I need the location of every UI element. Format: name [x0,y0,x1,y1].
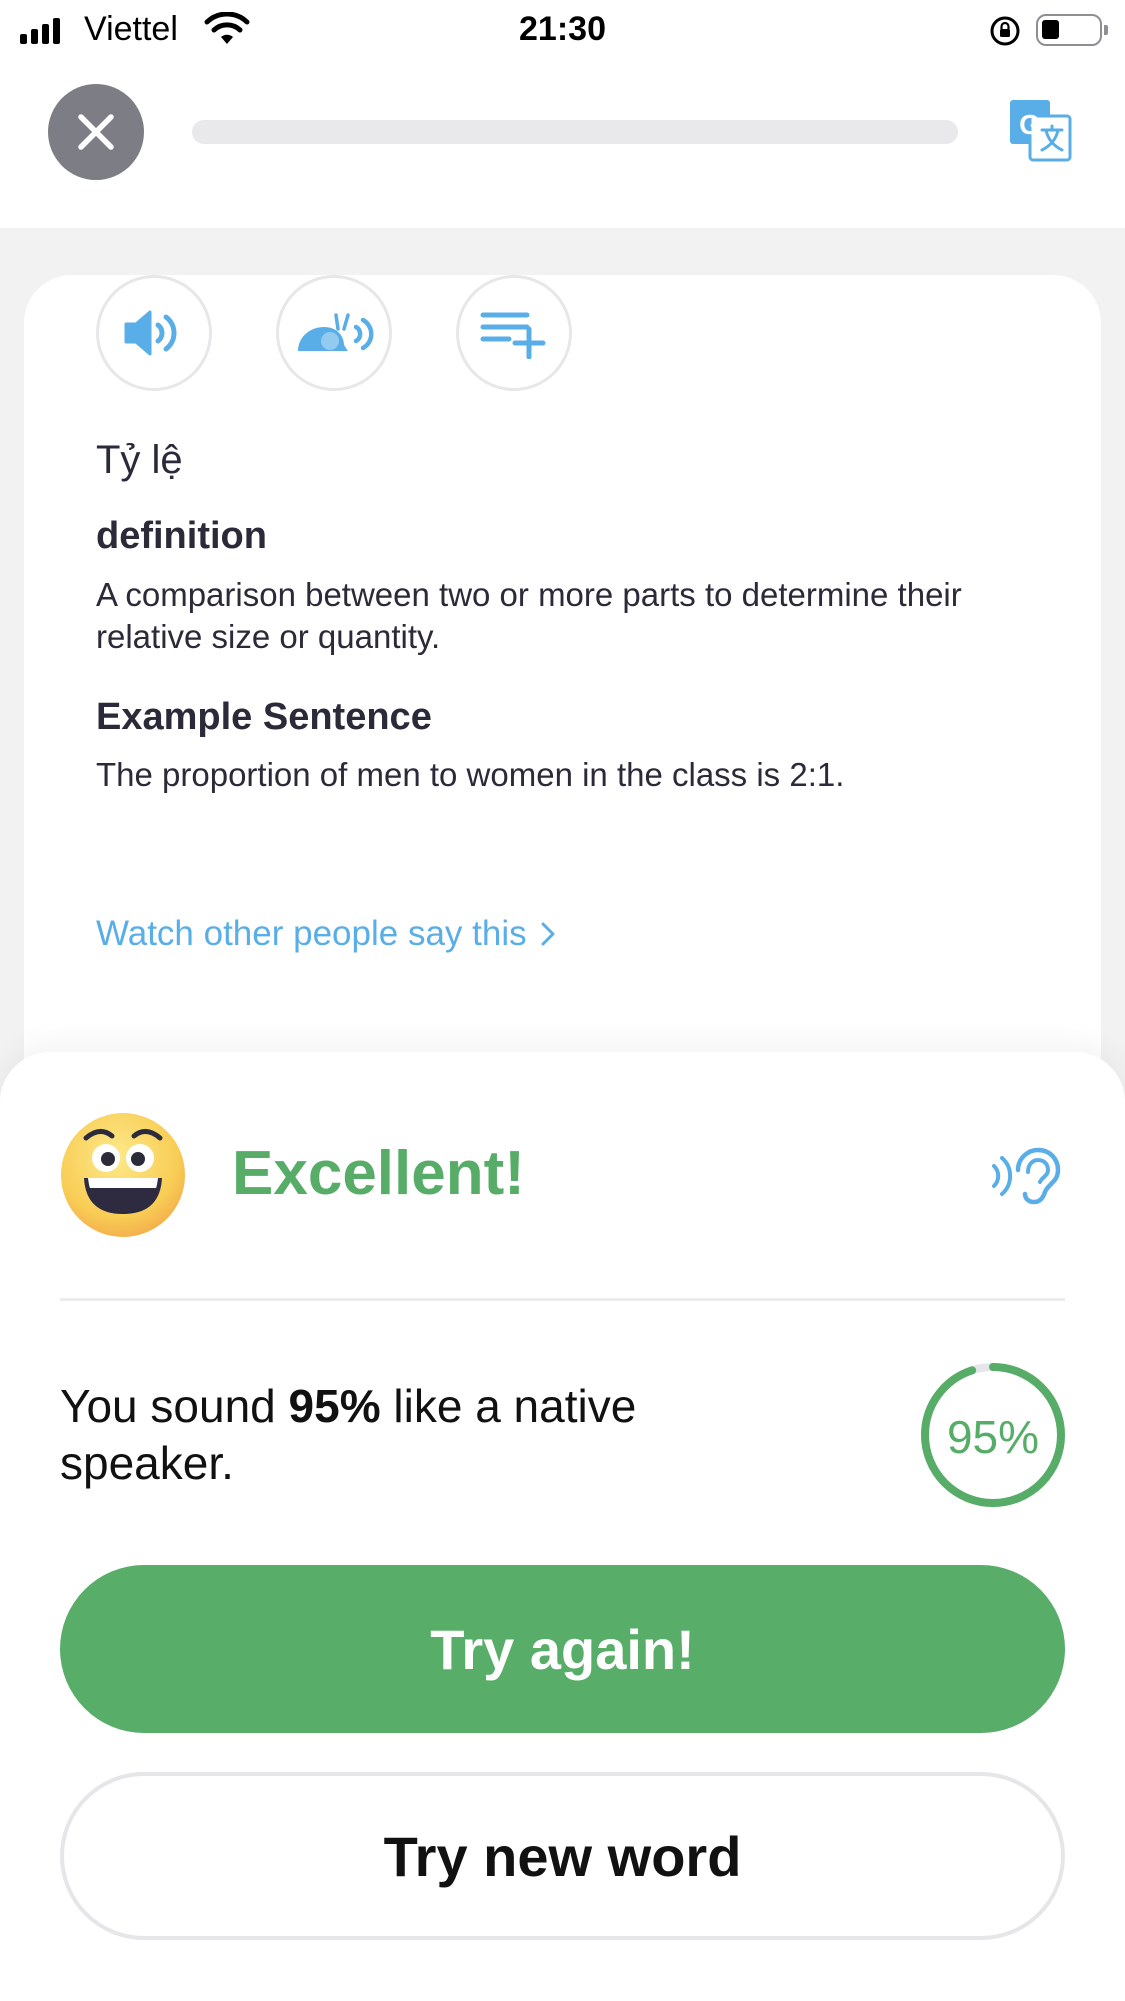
try-again-button[interactable]: Try again! [60,1565,1065,1733]
add-to-list-button[interactable] [456,275,572,391]
play-audio-button[interactable] [96,275,212,391]
try-new-word-button[interactable]: Try new word [60,1772,1065,1940]
speaker-icon [124,310,177,356]
translate-button[interactable]: G [1008,98,1074,164]
rotation-lock-icon [990,16,1020,46]
example-heading: Example Sentence [96,696,432,738]
example-sentence: The proportion of men to women in the cl… [96,756,845,793]
chevron-right-icon [541,922,555,946]
slow-speaker-icon [298,313,374,351]
svg-text:G: G [1019,109,1041,140]
ear-listen-icon[interactable] [990,1146,1062,1206]
score-value: 95% [288,1380,381,1432]
word-translation: Tỷ lệ [96,438,183,482]
result-title: Excellent! [232,1139,525,1208]
score-message: You sound 95% like a native speaker. [60,1378,660,1492]
play-slow-audio-button[interactable] [276,275,392,391]
translate-icon: G [1010,100,1072,162]
watch-others-label: Watch other people say this [96,914,527,953]
definition-text: A comparison between two or more parts t… [96,576,962,655]
emoji-face-icon [61,1113,185,1237]
status-time: 21:30 [519,10,606,48]
lesson-progress-bar [192,120,958,144]
close-icon [78,114,114,150]
battery-icon [1036,14,1108,46]
score-prefix: You sound [60,1380,289,1432]
close-button[interactable] [48,84,144,180]
add-to-list-icon [480,312,546,359]
status-bar: Viettel 21:30 [0,0,1125,64]
watch-others-link[interactable]: Watch other people say this [96,914,555,954]
score-ring-label: 95% [946,1411,1040,1463]
result-divider [60,1298,1065,1301]
definition-heading: definition [96,515,267,557]
